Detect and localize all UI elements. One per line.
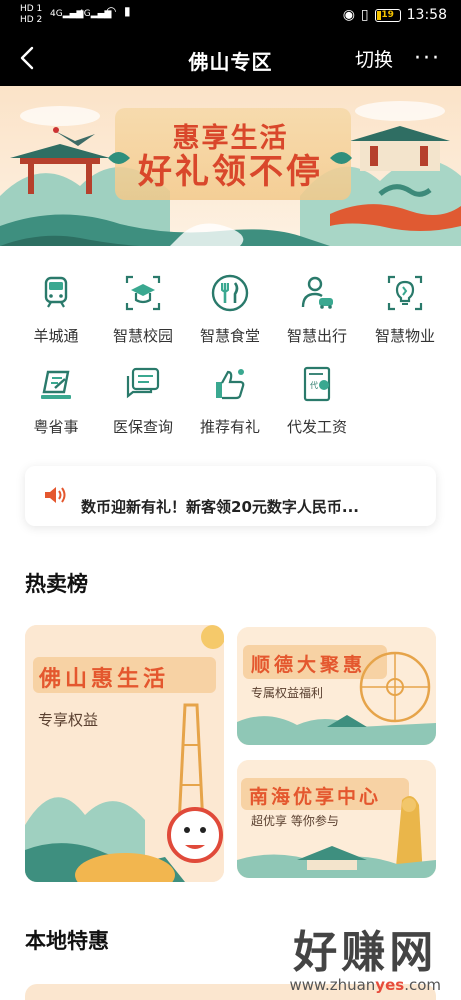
graduation-cap-icon [125, 275, 161, 311]
section-title-hot: 热卖榜 [25, 572, 88, 596]
wifi-icon: ◠ [106, 4, 117, 18]
card-shunde-deals[interactable]: 顺德大聚惠 专属权益福利 [237, 627, 436, 745]
status-bar: HD 1 HD 2 4G▂▄▆ 4G▂▄▆ ◠ ▮ ◉ ▯ 19 13:58 [0, 0, 461, 32]
service-label: 智慧食堂 [199, 327, 260, 345]
document-pen-icon [41, 370, 71, 399]
navigation-bar: 佛山专区 切换 ··· [0, 32, 461, 86]
svg-text:代: 代 [310, 380, 318, 390]
service-payroll[interactable]: 代 代发工资 [273, 364, 361, 437]
service-smart-travel[interactable]: 智慧出行 [273, 273, 361, 346]
service-label: 代发工资 [286, 418, 347, 436]
service-smart-property[interactable]: 智慧物业 [361, 273, 449, 346]
salary-icon: 代 [303, 366, 331, 402]
service-label: 羊城通 [33, 327, 79, 345]
notification-icon: ▮ [124, 4, 131, 18]
service-smart-canteen[interactable]: 智慧食堂 [186, 273, 274, 346]
thumbs-up-icon [216, 369, 245, 400]
eye-icon: ◉ [342, 7, 355, 23]
person-car-icon [301, 276, 333, 309]
sim-indicators: HD 1 HD 2 4G▂▄▆ 4G▂▄▆ ◠ ▮ [20, 4, 131, 26]
card-nanhai-center[interactable]: 南海优享中心 超优享 等你参与 [237, 760, 436, 878]
watermark-logo-text: 好赚网 [293, 927, 438, 978]
vibrate-icon: ▯ [360, 7, 369, 23]
section-title-local: 本地特惠 [25, 929, 109, 953]
banner-line-2: 好礼领不停 [138, 152, 323, 192]
status-right: ◉ ▯ 19 13:58 [343, 7, 447, 23]
clock: 13:58 [406, 7, 447, 23]
battery-icon: 19 [374, 8, 401, 22]
switch-city-button[interactable]: 切换 [355, 45, 393, 72]
lightbulb-icon [387, 275, 423, 311]
service-referral[interactable]: 推荐有礼 [186, 364, 274, 437]
service-label: 智慧校园 [112, 327, 173, 345]
watermark: 好赚网 www.zhuanyes.com [290, 916, 441, 994]
service-label: 智慧出行 [286, 327, 347, 345]
card-title: 顺德大聚惠 [251, 654, 367, 676]
service-label: 智慧物业 [374, 327, 435, 345]
service-label: 粤省事 [33, 418, 79, 436]
sim1-label: HD 1 [20, 4, 43, 14]
chat-card-icon [126, 367, 160, 399]
card-title: 佛山惠生活 [39, 667, 170, 692]
card-foshan-life[interactable]: 佛山惠生活 专享权益 [25, 625, 224, 882]
card-subtitle: 专属权益福利 [251, 686, 324, 700]
speaker-icon [45, 487, 66, 503]
sim2-label: HD 2 [20, 15, 43, 25]
service-medical-insurance[interactable]: 医保查询 [99, 364, 187, 437]
service-yue-sheng-shi[interactable]: 粤省事 [12, 364, 100, 437]
service-label: 医保查询 [112, 418, 173, 436]
watermark-url: www.zhuanyes.com [289, 976, 441, 994]
card-subtitle: 专享权益 [38, 711, 99, 729]
announcement-bar[interactable]: 数币迎新有礼！新客领20元数字人民币... [25, 466, 436, 526]
card-subtitle: 超优享 等你参与 [251, 814, 339, 828]
service-smart-campus[interactable]: 智慧校园 [99, 273, 187, 346]
card-title: 南海优享中心 [249, 786, 382, 808]
service-metro[interactable]: 羊城通 [12, 273, 100, 346]
fork-knife-icon [211, 274, 249, 312]
metro-icon [44, 276, 68, 308]
promo-banner[interactable]: 惠享生活 好礼领不停 [0, 86, 461, 246]
more-menu-button[interactable]: ··· [414, 46, 441, 71]
service-label: 推荐有礼 [199, 418, 260, 436]
announcement-text: 数币迎新有礼！新客领20元数字人民币... [81, 498, 359, 516]
